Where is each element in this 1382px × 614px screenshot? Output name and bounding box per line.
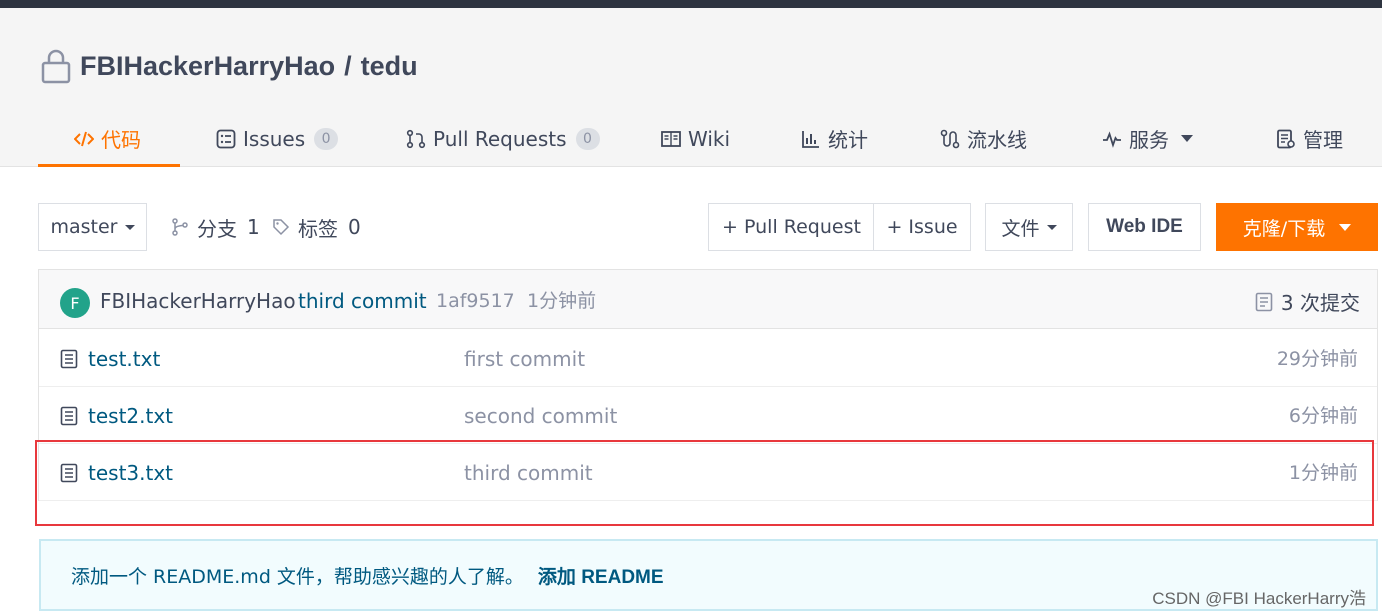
add-readme-link[interactable]: 添加 README xyxy=(538,562,664,589)
file-menu-label: 文件 xyxy=(1001,217,1040,240)
tab-services-label: 服务 xyxy=(1129,128,1169,152)
pipeline-icon xyxy=(940,129,960,148)
repo-header: FBIHackerHarryHao / tedu 代码 Issues 0 Pul… xyxy=(0,8,1382,167)
repo-title: FBIHackerHarryHao / tedu xyxy=(40,46,418,86)
branch-select-label: master xyxy=(50,216,118,238)
commit-author-link[interactable]: FBIHackerHarryHao xyxy=(100,270,296,329)
lock-icon xyxy=(41,49,71,84)
tab-pull-requests-label: Pull Requests xyxy=(433,126,567,151)
repo-name-link[interactable]: tedu xyxy=(361,51,418,82)
file-icon xyxy=(60,406,78,426)
clone-download-button[interactable]: 克隆/下载 xyxy=(1216,203,1378,251)
new-issue-button[interactable]: + Issue xyxy=(873,203,971,251)
code-icon xyxy=(74,131,94,146)
branch-select[interactable]: master xyxy=(38,203,147,251)
top-bar xyxy=(0,0,1382,8)
branches-count: 1 xyxy=(247,215,260,239)
chevron-down-icon xyxy=(1046,224,1057,230)
tab-services[interactable]: 服务 xyxy=(1102,110,1193,167)
tab-pull-requests[interactable]: Pull Requests 0 xyxy=(406,110,600,167)
new-pull-request-button[interactable]: + Pull Request xyxy=(708,203,875,251)
branches-label: 分支 xyxy=(197,216,237,241)
commit-time: 1分钟前 xyxy=(527,290,597,312)
table-row: test.txt first commit 29分钟前 xyxy=(39,330,1377,387)
commits-icon xyxy=(1255,292,1273,311)
repo-separator: / xyxy=(344,50,352,81)
commit-sha-link[interactable]: 1af9517 xyxy=(436,270,515,329)
repo-toolbar: master 分支 1 标签 0 + Pull Request + Issue … xyxy=(38,203,1378,251)
file-menu-button[interactable]: 文件 xyxy=(985,203,1073,251)
file-name-link[interactable]: test2.txt xyxy=(88,387,173,444)
pulse-icon xyxy=(1103,130,1121,148)
table-row: test2.txt second commit 6分钟前 xyxy=(39,387,1377,444)
tag-icon xyxy=(273,219,290,236)
file-name-link[interactable]: test.txt xyxy=(88,330,160,387)
branch-icon xyxy=(172,218,188,236)
avatar[interactable]: F xyxy=(60,288,90,318)
tab-wiki-label: Wiki xyxy=(688,126,731,151)
settings-doc-icon xyxy=(1277,129,1295,148)
highlight-box xyxy=(35,440,1374,526)
tab-statistics[interactable]: 统计 xyxy=(801,110,868,167)
tab-code[interactable]: 代码 xyxy=(38,110,180,167)
tags-count: 0 xyxy=(348,215,361,239)
chevron-down-icon xyxy=(124,224,135,230)
tab-manage-label: 管理 xyxy=(1303,128,1343,152)
commit-count-link[interactable]: 3 次提交 xyxy=(1255,270,1360,329)
tab-code-label: 代码 xyxy=(101,128,141,152)
file-commit-message-link[interactable]: first commit xyxy=(464,330,585,387)
book-icon xyxy=(661,130,681,147)
file-commit-time: 29分钟前 xyxy=(1276,348,1358,370)
tab-manage[interactable]: 管理 xyxy=(1276,110,1343,167)
file-icon xyxy=(60,349,78,369)
issues-count-badge: 0 xyxy=(314,127,339,150)
tab-statistics-label: 统计 xyxy=(828,128,868,152)
pull-request-icon xyxy=(406,129,426,148)
latest-commit-row: F FBIHackerHarryHao third commit 1af9517… xyxy=(39,270,1377,329)
web-ide-button[interactable]: Web IDE xyxy=(1088,203,1201,251)
tab-issues[interactable]: Issues 0 xyxy=(216,110,339,167)
tab-pipeline-label: 流水线 xyxy=(967,128,1027,152)
tab-pipeline[interactable]: 流水线 xyxy=(940,110,1027,167)
file-commit-time: 6分钟前 xyxy=(1288,405,1358,427)
pull-requests-count-badge: 0 xyxy=(575,127,600,150)
commit-message-link[interactable]: third commit xyxy=(298,270,427,329)
clone-download-label: 克隆/下载 xyxy=(1242,217,1326,240)
watermark: CSDN @FBI HackerHarry浩 xyxy=(1152,589,1366,608)
tab-wiki[interactable]: Wiki xyxy=(661,110,730,167)
repo-owner-link[interactable]: FBIHackerHarryHao xyxy=(80,51,335,82)
file-commit-message-link[interactable]: second commit xyxy=(464,387,617,444)
tags-link[interactable]: 标签 0 xyxy=(272,203,361,251)
branches-link[interactable]: 分支 1 xyxy=(171,203,260,251)
chevron-down-icon xyxy=(1181,135,1193,142)
chevron-down-icon xyxy=(1339,223,1352,231)
issues-icon xyxy=(216,129,236,148)
bar-chart-icon xyxy=(802,130,819,148)
commit-count-label: 3 次提交 xyxy=(1280,291,1360,315)
tab-issues-label: Issues xyxy=(243,126,306,151)
tags-label: 标签 xyxy=(298,216,338,241)
readme-notice-text: 添加一个 README.md 文件，帮助感兴趣的人了解。 xyxy=(71,565,524,588)
